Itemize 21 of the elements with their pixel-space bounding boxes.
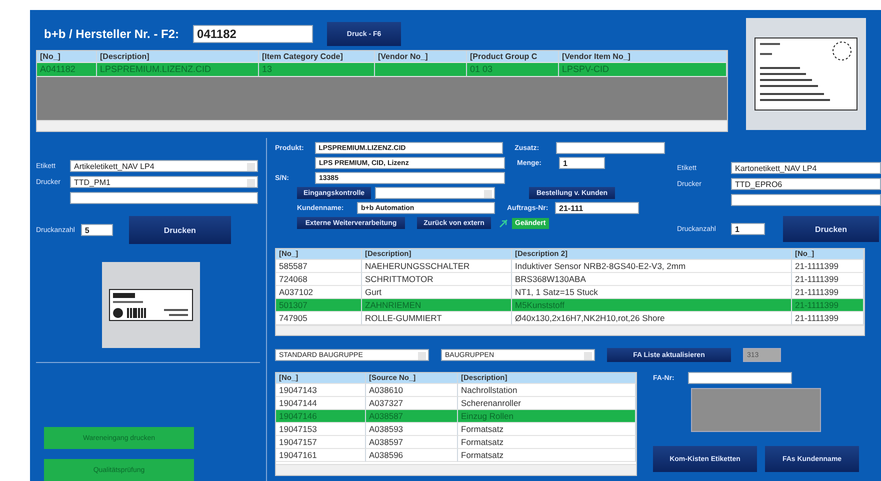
- table-row[interactable]: 19047143 A038610 Nachrollstation: [276, 384, 636, 397]
- etikett-field[interactable]: Kartonetikett_NAV LP4: [731, 162, 881, 174]
- drucker-field[interactable]: TTD_EPRO6: [731, 178, 881, 190]
- table-row[interactable]: 19047153 A038593 Formatsatz: [276, 423, 636, 436]
- hersteller-label: b+b / Hersteller Nr. - F2:: [44, 27, 180, 41]
- table-row[interactable]: 747905 ROLLE-GUMMIERT Ø40x130,2x16H7,NK2H10,rot,26 Shore 21-1111399: [276, 312, 864, 325]
- table-row[interactable]: 19047161 A038596 Formatsatz: [276, 449, 636, 462]
- table-row[interactable]: 585587 NAEHERUNGSSCHALTER Induktiver Sensor NRB2-8GS40-E2-V3, 2mm 21-1111399: [276, 260, 864, 273]
- hersteller-field[interactable]: 041182: [193, 25, 314, 43]
- table-row[interactable]: 19047157 A038597 Formatsatz: [276, 436, 636, 449]
- druckanzahl-field[interactable]: 5: [80, 224, 113, 236]
- drucken-button[interactable]: Drucken: [128, 216, 231, 244]
- drucken-button[interactable]: Drucken: [783, 216, 879, 242]
- druckanzahl-field[interactable]: 1: [731, 223, 765, 235]
- menge-field[interactable]: 1: [559, 157, 605, 169]
- table-row[interactable]: 19047144 A037327 Scherenanroller: [276, 397, 636, 410]
- table-row[interactable]: A037102 Gurt NT1, 1 Satz=15 Stuck 21-1111399: [276, 286, 864, 299]
- drucker-dropdown[interactable]: TTD_PM1: [70, 176, 258, 188]
- etikett-dropdown[interactable]: Artikeletikett_NAV LP4: [70, 160, 258, 172]
- table-row[interactable]: 724068 SCHRITTMOTOR BRS368W130ABA 21-1111399: [276, 273, 864, 286]
- auftrag-field[interactable]: 21-111: [555, 202, 639, 214]
